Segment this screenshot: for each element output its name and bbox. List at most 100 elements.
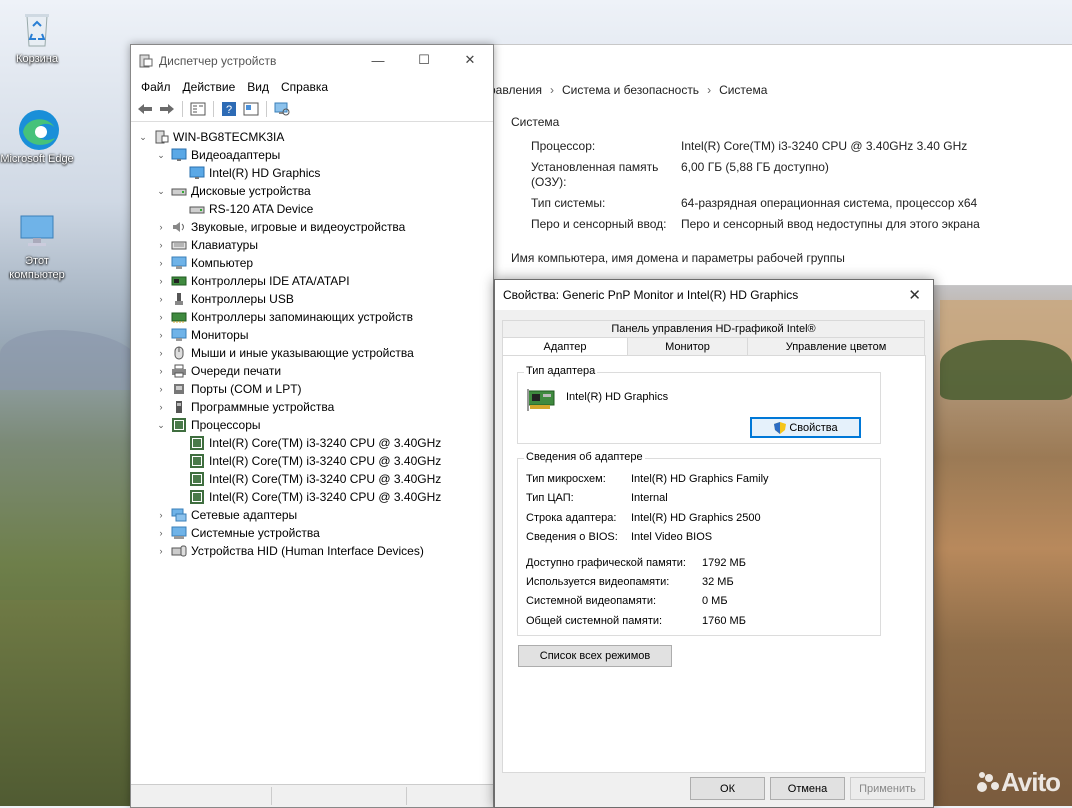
collapse-arrow-icon[interactable]: ⌄: [137, 132, 149, 143]
tree-node-label: Порты (COM и LPT): [191, 382, 302, 396]
menu-help[interactable]: Справка: [281, 80, 328, 94]
menu-file[interactable]: Файл: [141, 80, 171, 94]
expand-arrow-icon[interactable]: ›: [155, 276, 167, 286]
expand-arrow-icon[interactable]: ›: [155, 258, 167, 268]
minimize-button[interactable]: ―: [355, 45, 401, 75]
tab-row: Адаптер Монитор Управление цветом: [502, 337, 925, 358]
printer-icon: [171, 364, 187, 378]
tree-category[interactable]: › Программные устройства: [131, 398, 491, 416]
back-icon[interactable]: [135, 100, 155, 118]
tree-category[interactable]: ⌄ Видеоадаптеры: [131, 146, 491, 164]
tree-category[interactable]: › Клавиатуры: [131, 236, 491, 254]
expand-arrow-icon[interactable]: ›: [155, 222, 167, 232]
info-key: Строка адаптера:: [526, 512, 617, 524]
edge-shortcut[interactable]: Microsoft Edge: [0, 108, 74, 166]
collapse-arrow-icon[interactable]: ⌄: [155, 420, 167, 431]
toolbar-divider: [182, 101, 183, 117]
this-pc-shortcut[interactable]: Этот компьютер: [0, 210, 74, 282]
expand-arrow-icon[interactable]: ›: [155, 528, 167, 538]
expand-arrow-icon[interactable]: ›: [155, 384, 167, 394]
tree-device[interactable]: Intel(R) Core(TM) i3-3240 CPU @ 3.40GHz: [131, 470, 491, 488]
apply-button[interactable]: Применить: [850, 777, 925, 800]
tree-category[interactable]: › Сетевые адаптеры: [131, 506, 491, 524]
expand-arrow-icon[interactable]: ›: [155, 240, 167, 250]
expand-arrow-icon[interactable]: ›: [155, 330, 167, 340]
system-row-key: Процессор:: [531, 139, 596, 153]
expand-arrow-icon[interactable]: ›: [155, 546, 167, 556]
tree-device[interactable]: Intel(R) Core(TM) i3-3240 CPU @ 3.40GHz: [131, 434, 491, 452]
tree-category[interactable]: › Очереди печати: [131, 362, 491, 380]
close-button[interactable]: ✕: [447, 45, 493, 75]
expand-arrow-icon[interactable]: ›: [155, 402, 167, 412]
recycle-bin-shortcut[interactable]: Корзина: [0, 8, 74, 66]
expand-arrow-icon[interactable]: ›: [155, 348, 167, 358]
tree-device[interactable]: RS-120 ATA Device: [131, 200, 491, 218]
memory-row: Доступно графической памяти: 1792 МБ: [526, 557, 746, 569]
computer-name-section: Имя компьютера, имя домена и параметры р…: [511, 251, 845, 265]
menu-action[interactable]: Действие: [183, 80, 236, 94]
tab-color-management[interactable]: Управление цветом: [747, 337, 925, 357]
tree-category[interactable]: ⌄ Процессоры: [131, 416, 491, 434]
tree-category[interactable]: › Звуковые, игровые и видеоустройства: [131, 218, 491, 236]
dialog-titlebar[interactable]: Свойства: Generic PnP Monitor и Intel(R)…: [495, 280, 933, 310]
info-row: Строка адаптера: Intel(R) HD Graphics 250…: [526, 512, 761, 524]
tree-category[interactable]: › Компьютер: [131, 254, 491, 272]
tree-category[interactable]: › Мониторы: [131, 326, 491, 344]
cpu-icon: [189, 454, 205, 468]
menu-view[interactable]: Вид: [247, 80, 269, 94]
system-row-value: 64-разрядная операционная система, проце…: [681, 196, 978, 210]
tree-category[interactable]: › Системные устройства: [131, 524, 491, 542]
ok-button[interactable]: ОК: [690, 777, 765, 800]
tree-device[interactable]: Intel(R) Core(TM) i3-3240 CPU @ 3.40GHz: [131, 488, 491, 506]
tree-category[interactable]: › Мыши и иные указывающие устройства: [131, 344, 491, 362]
tree-category[interactable]: › Контроллеры IDE ATA/ATAPI: [131, 272, 491, 290]
tree-device[interactable]: Intel(R) HD Graphics: [131, 164, 491, 182]
tree-node-label: Intel(R) HD Graphics: [209, 166, 321, 180]
tab-monitor[interactable]: Монитор: [627, 337, 748, 357]
memory-key: Используется видеопамяти:: [526, 576, 670, 588]
help-icon[interactable]: ?: [219, 100, 239, 118]
expand-arrow-icon[interactable]: ›: [155, 312, 167, 322]
collapse-arrow-icon[interactable]: ⌄: [155, 186, 167, 197]
recycle-bin-label: Корзина: [16, 53, 58, 65]
breadcrumb-separator: ›: [549, 83, 554, 97]
tree-category[interactable]: › Контроллеры USB: [131, 290, 491, 308]
tree-node-label: Видеоадаптеры: [191, 148, 281, 162]
properties-icon[interactable]: [241, 100, 261, 118]
tree-category[interactable]: › Порты (COM и LPT): [131, 380, 491, 398]
collapse-arrow-icon[interactable]: ⌄: [155, 150, 167, 161]
info-row: Тип ЦАП: Internal: [526, 492, 668, 504]
info-row: Сведения о BIOS: Intel Video BIOS: [526, 531, 712, 543]
tree-root[interactable]: ⌄ WIN-BG8TECMK3IA: [131, 128, 491, 146]
tree-node-label: Контроллеры запоминающих устройств: [191, 310, 413, 324]
breadcrumb-item[interactable]: Система: [719, 83, 767, 97]
maximize-button[interactable]: ☐: [401, 45, 447, 75]
forward-icon[interactable]: [157, 100, 177, 118]
tree-category[interactable]: › Устройства HID (Human Interface Devices…: [131, 542, 491, 560]
network-icon: [171, 508, 187, 522]
dialog-close-icon[interactable]: ✕: [908, 286, 921, 304]
cancel-button[interactable]: Отмена: [770, 777, 845, 800]
desktop-trees: [940, 340, 1072, 400]
expand-arrow-icon[interactable]: ›: [155, 366, 167, 376]
tree-category[interactable]: › Контроллеры запоминающих устройств: [131, 308, 491, 326]
tab-intel-control-panel[interactable]: Панель управления HD-графикой Intel®: [502, 320, 925, 338]
breadcrumb-item[interactable]: Система и безопасность: [562, 83, 699, 97]
tree-node-label: Контроллеры IDE ATA/ATAPI: [191, 274, 350, 288]
breadcrumb-item[interactable]: равления: [489, 83, 542, 97]
expand-arrow-icon[interactable]: ›: [155, 294, 167, 304]
properties-view-icon[interactable]: [188, 100, 208, 118]
list-all-modes-button[interactable]: Список всех режимов: [518, 645, 672, 667]
tree-node-label: Intel(R) Core(TM) i3-3240 CPU @ 3.40GHz: [209, 472, 442, 486]
expand-arrow-icon[interactable]: ›: [155, 510, 167, 520]
menu-bar: Файл Действие Вид Справка: [131, 77, 493, 97]
scan-hardware-icon[interactable]: [272, 100, 292, 118]
memory-row: Общей системной памяти: 1760 МБ: [526, 615, 746, 627]
device-manager-titlebar[interactable]: Диспетчер устройств ― ☐ ✕: [131, 45, 493, 77]
tree-category[interactable]: ⌄ Дисковые устройства: [131, 182, 491, 200]
tree-node-label: Компьютер: [191, 256, 254, 270]
memory-value: 0 МБ: [702, 595, 728, 607]
device-manager-window: Диспетчер устройств ― ☐ ✕ Файл Действие …: [130, 44, 494, 808]
tree-device[interactable]: Intel(R) Core(TM) i3-3240 CPU @ 3.40GHz: [131, 452, 491, 470]
adapter-properties-button[interactable]: Свойства: [750, 417, 861, 438]
